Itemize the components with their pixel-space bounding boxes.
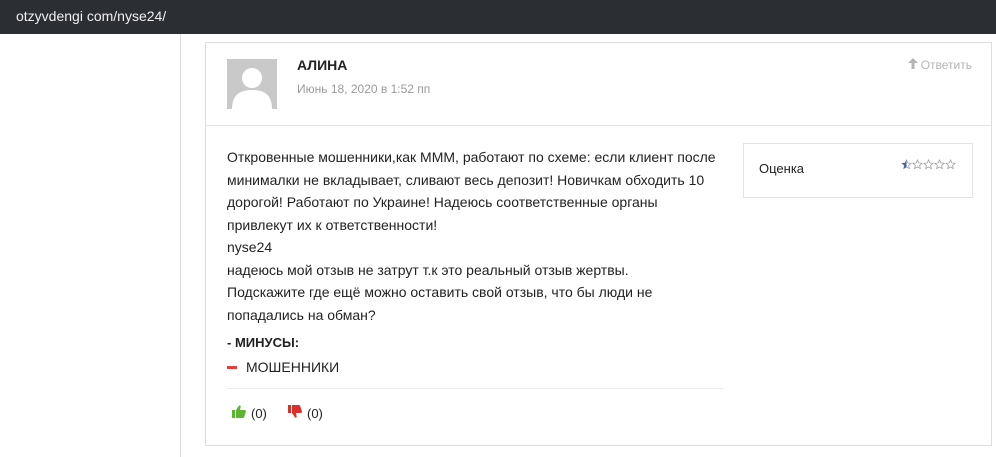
body-line: надеюсь мой отзыв не затрут т.к это реал… [227,261,629,278]
body-line: привлекут их к ответственности! [227,216,438,233]
star-icon [945,159,956,170]
thumbs-down-icon [288,405,302,421]
body-line: Подскажите где ещё можно оставить свой о… [227,284,653,300]
star-icon [901,159,912,170]
minus-title: - МИНУСЫ: [227,335,300,350]
thumbs-up-icon [232,405,246,421]
review-body: Откровенные мошенники,как МММ, работают … [227,146,716,326]
body-line: попадались на обман? [227,306,376,323]
vote-divider [227,388,724,389]
vote-down-count: (0) [307,405,323,421]
body-line: nyse24 [227,239,273,255]
review-author: АЛИНА [297,57,348,73]
left-sidebar [0,34,181,457]
body-line: минималки не вкладывает, сливают весь де… [227,171,705,188]
review-card: АЛИНА Июнь 18, 2020 в 1:52 пп Ответить О… [205,42,992,446]
review-date: Июнь 18, 2020 в 1:52 пп [297,82,431,96]
vote-down-button[interactable]: (0) [288,405,323,421]
reply-label: Ответить [920,58,972,72]
rating-stars [901,159,956,170]
browser-address-bar: otzyvdengi com/nyse24/ [0,0,996,34]
header-divider [206,125,991,126]
star-icon [912,159,923,170]
arrow-up-icon [907,58,918,72]
body-line: Откровенные мошенники,как МММ, работают … [227,149,716,165]
url-text[interactable]: otzyvdengi com/nyse24/ [16,8,166,24]
reply-button[interactable]: Ответить [907,58,972,72]
vote-up-count: (0) [251,405,267,421]
star-icon [934,159,945,170]
minus-item-label: МОШЕННИКИ [246,359,340,375]
star-icon [923,159,934,170]
rating-label: Оценка [759,161,805,176]
rating-box: Оценка [743,143,973,198]
default-avatar-icon [227,59,277,109]
minus-item: МОШЕННИКИ [227,359,339,375]
body-line: дорогой! Работают по Украине! Надеюсь со… [227,194,658,210]
minus-dash-icon [227,365,237,369]
vote-up-button[interactable]: (0) [232,405,267,421]
